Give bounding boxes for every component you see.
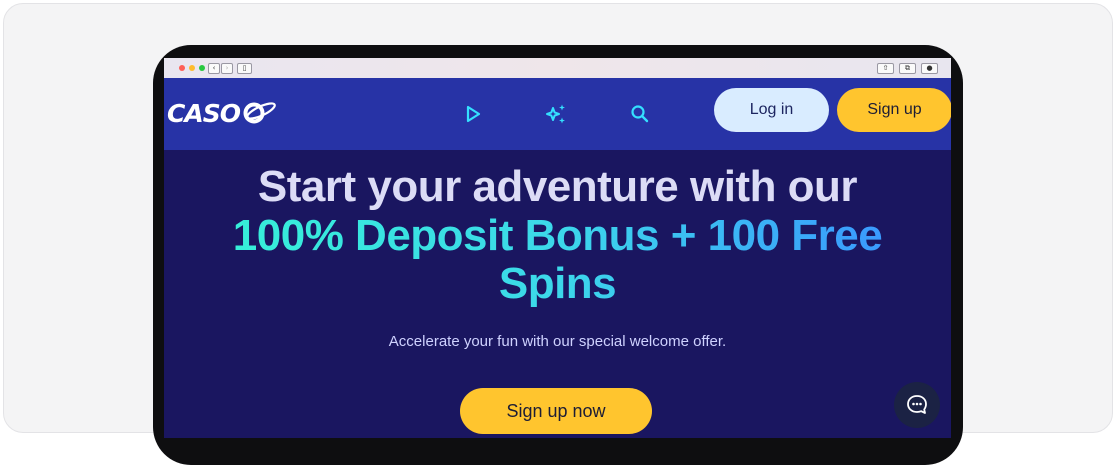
forward-arrow-icon[interactable]: ›	[221, 63, 233, 74]
chat-button[interactable]	[894, 382, 940, 428]
log-in-button[interactable]: Log in	[714, 88, 829, 132]
sidebar-toggle-icon[interactable]: ▯	[237, 63, 252, 74]
sparkles-icon[interactable]	[544, 102, 568, 126]
zoom-window-dot[interactable]	[199, 65, 205, 71]
hero-section: Start your adventure with our 100% Depos…	[164, 150, 951, 438]
sign-up-now-button[interactable]: Sign up now	[460, 388, 652, 434]
play-icon[interactable]	[461, 102, 485, 126]
close-window-dot[interactable]	[179, 65, 185, 71]
back-arrow-icon[interactable]: ‹	[208, 63, 220, 74]
sign-up-button[interactable]: Sign up	[837, 88, 951, 132]
tabs-overview-icon[interactable]: ⧉	[899, 63, 916, 74]
more-options-icon[interactable]: ●	[921, 63, 938, 74]
hero-offer-headline: 100% Deposit Bonus + 100 Free Spins	[214, 212, 901, 308]
minimize-window-dot[interactable]	[189, 65, 195, 71]
top-navigation: CASO Log in Sign up	[164, 78, 951, 150]
search-icon[interactable]	[628, 102, 652, 126]
svg-text:CASO: CASO	[167, 99, 241, 128]
logo-icon: CASO	[167, 99, 276, 128]
chat-icon	[907, 395, 927, 414]
browser-screen: ‹ › ▯ ⇧ ⧉ ● CASO Log in Sign up Start yo…	[164, 58, 951, 438]
hero-headline: Start your adventure with our	[257, 162, 858, 211]
share-icon[interactable]: ⇧	[877, 63, 894, 74]
casoo-logo[interactable]: CASO	[167, 97, 279, 129]
hero-subtitle: Accelerate your fun with our special wel…	[388, 333, 727, 350]
browser-chrome: ‹ › ▯ ⇧ ⧉ ●	[164, 58, 951, 79]
